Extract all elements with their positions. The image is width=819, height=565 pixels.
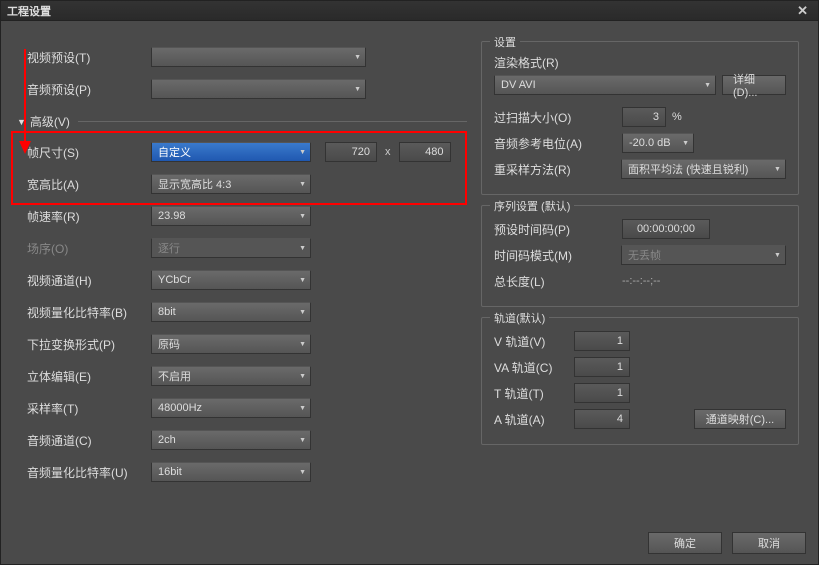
advanced-section-header[interactable]: ▼ 高级(V) xyxy=(17,113,467,130)
tracks-group: 轨道(默认) V 轨道(V) 1 VA 轨道(C) 1 T 轨道(T) 1 A … xyxy=(481,317,799,445)
audiobitdepth-dropdown[interactable]: 16bit xyxy=(151,462,311,482)
pulldown-label: 下拉变换形式(P) xyxy=(27,336,151,353)
pulldown-dropdown[interactable]: 原码 xyxy=(151,334,311,354)
framerate-label: 帧速率(R) xyxy=(27,208,151,225)
audio-preset-dropdown[interactable] xyxy=(151,79,366,99)
renderformat-label: 渲染格式(R) xyxy=(494,54,604,71)
samplerate-dropdown[interactable]: 48000Hz xyxy=(151,398,311,418)
audiobitdepth-label: 音频量化比特率(U) xyxy=(27,464,151,481)
frame-height-input[interactable]: 480 xyxy=(399,142,451,162)
project-settings-window: 工程设置 ✕ 视频预设(T) 音频预设(P) ▼ 高级(V) xyxy=(0,0,819,565)
fieldorder-dropdown: 逐行 xyxy=(151,238,311,258)
videobitdepth-label: 视频量化比特率(B) xyxy=(27,304,151,321)
settings-group-title: 设置 xyxy=(490,34,520,50)
window-title: 工程设置 xyxy=(7,3,51,19)
stereoedit-dropdown[interactable]: 不启用 xyxy=(151,366,311,386)
left-panel: 视频预设(T) 音频预设(P) ▼ 高级(V) 帧尺寸(S) 自定义 720 x… xyxy=(27,41,467,488)
sequence-group-title: 序列设置 (默认) xyxy=(490,198,574,214)
resample-label: 重采样方法(R) xyxy=(494,161,603,178)
audio-preset-label: 音频预设(P) xyxy=(27,81,151,98)
totallen-label: 总长度(L) xyxy=(494,273,604,290)
samplerate-label: 采样率(T) xyxy=(27,400,151,417)
right-panel: 设置 渲染格式(R) DV AVI 详细(D)... 过扫描大小(O) 3 % … xyxy=(481,41,799,455)
videochannel-dropdown[interactable]: YCbCr xyxy=(151,270,311,290)
x-separator: x xyxy=(385,146,391,158)
overscan-label: 过扫描大小(O) xyxy=(494,109,604,126)
totallen-value: --:--:--;-- xyxy=(622,275,660,287)
presettc-label: 预设时间码(P) xyxy=(494,221,604,238)
video-preset-label: 视频预设(T) xyxy=(27,49,151,66)
presettc-input[interactable]: 00:00:00;00 xyxy=(622,219,710,239)
videobitdepth-dropdown[interactable]: 8bit xyxy=(151,302,311,322)
tcmode-dropdown: 无丢帧 xyxy=(621,245,786,265)
audioref-label: 音频参考电位(A) xyxy=(494,135,604,152)
tracks-group-title: 轨道(默认) xyxy=(490,310,549,326)
aspect-dropdown[interactable]: 显示宽高比 4:3 xyxy=(151,174,311,194)
renderformat-dropdown[interactable]: DV AVI xyxy=(494,75,716,95)
overscan-input[interactable]: 3 xyxy=(622,107,666,127)
videochannel-label: 视频通道(H) xyxy=(27,272,151,289)
titlebar: 工程设置 ✕ xyxy=(1,1,818,21)
overscan-unit: % xyxy=(672,111,682,123)
frame-size-dropdown[interactable]: 自定义 xyxy=(151,142,311,162)
ttrack-label: T 轨道(T) xyxy=(494,385,574,402)
frame-size-label: 帧尺寸(S) xyxy=(27,144,151,161)
framerate-dropdown[interactable]: 23.98 xyxy=(151,206,311,226)
vatrack-input[interactable]: 1 xyxy=(574,357,630,377)
close-icon[interactable]: ✕ xyxy=(793,3,812,19)
atrack-label: A 轨道(A) xyxy=(494,411,574,428)
atrack-input[interactable]: 4 xyxy=(574,409,630,429)
vtrack-label: V 轨道(V) xyxy=(494,333,574,350)
channelmap-button[interactable]: 通道映射(C)... xyxy=(694,409,786,429)
frame-width-input[interactable]: 720 xyxy=(325,142,377,162)
stereoedit-label: 立体编辑(E) xyxy=(27,368,151,385)
audioref-dropdown[interactable]: -20.0 dB xyxy=(622,133,694,153)
audiochannel-dropdown[interactable]: 2ch xyxy=(151,430,311,450)
settings-group: 设置 渲染格式(R) DV AVI 详细(D)... 过扫描大小(O) 3 % … xyxy=(481,41,799,195)
detail-button[interactable]: 详细(D)... xyxy=(722,75,786,95)
aspect-label: 宽高比(A) xyxy=(27,176,151,193)
video-preset-dropdown[interactable] xyxy=(151,47,366,67)
ttrack-input[interactable]: 1 xyxy=(574,383,630,403)
footer: 确定 取消 xyxy=(648,532,806,554)
vtrack-input[interactable]: 1 xyxy=(574,331,630,351)
ok-button[interactable]: 确定 xyxy=(648,532,722,554)
tcmode-label: 时间码模式(M) xyxy=(494,247,603,264)
chevron-down-icon: ▼ xyxy=(17,117,26,127)
cancel-button[interactable]: 取消 xyxy=(732,532,806,554)
fieldorder-label: 场序(O) xyxy=(27,240,151,257)
vatrack-label: VA 轨道(C) xyxy=(494,359,574,376)
audiochannel-label: 音频通道(C) xyxy=(27,432,151,449)
sequence-group: 序列设置 (默认) 预设时间码(P) 00:00:00;00 时间码模式(M) … xyxy=(481,205,799,307)
resample-dropdown[interactable]: 面积平均法 (快速且锐利) xyxy=(621,159,786,179)
advanced-label: 高级(V) xyxy=(30,113,70,130)
